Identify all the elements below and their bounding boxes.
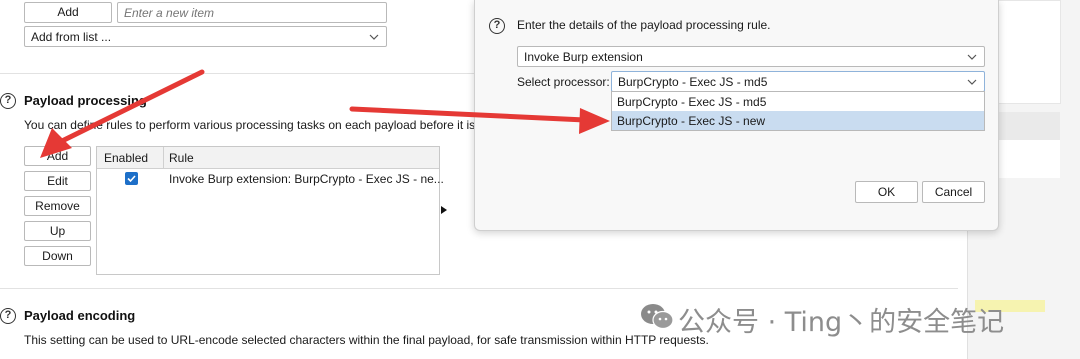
arrow-to-add-icon <box>57 69 205 145</box>
arrowhead-add-icon <box>40 128 72 158</box>
arrowhead-option-icon <box>579 108 610 134</box>
watermark-text: 公众号 · Ting丶的安全笔记 <box>678 307 1005 338</box>
wechat-icon <box>641 304 674 330</box>
arrow-to-option-icon <box>349 106 588 123</box>
